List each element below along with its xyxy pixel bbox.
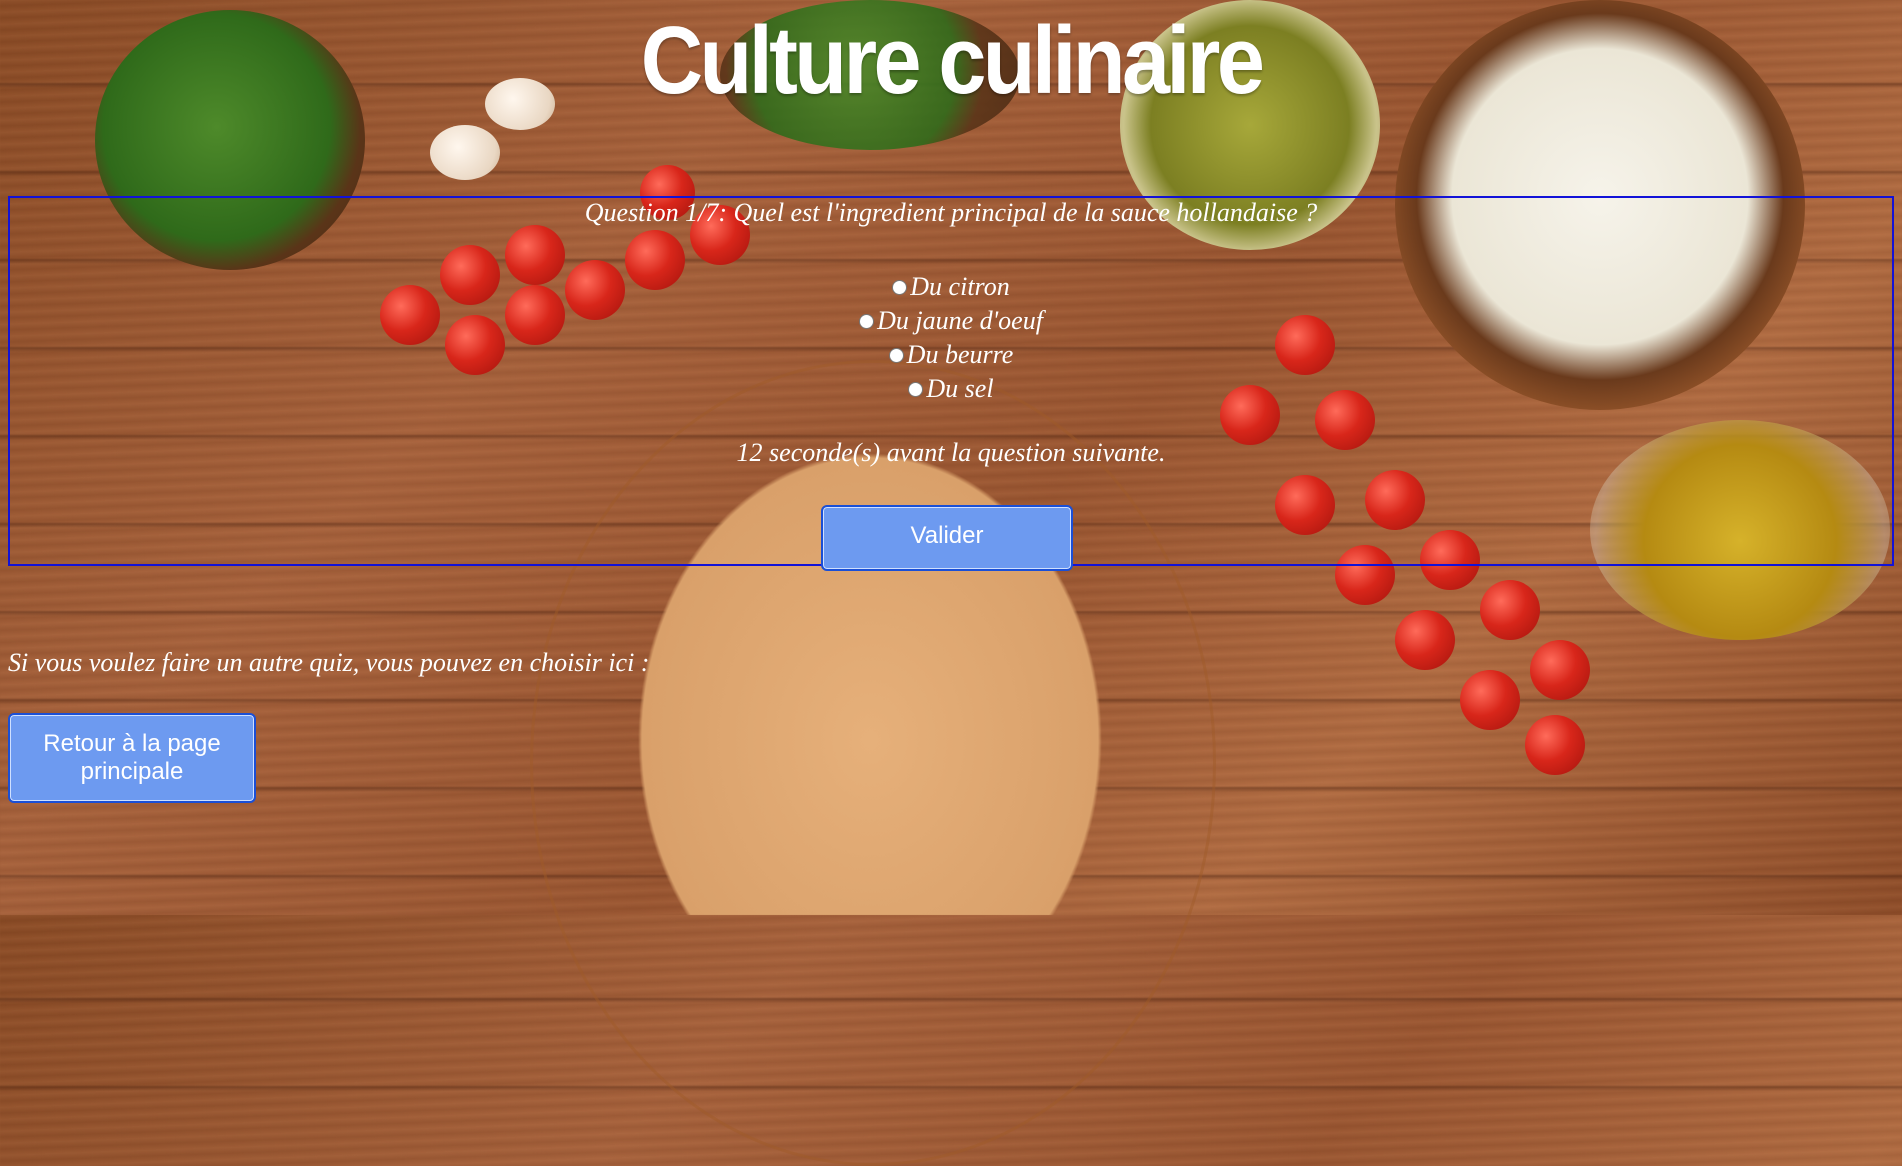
radio-button[interactable] bbox=[892, 279, 908, 295]
answer-option[interactable]: Du beurre bbox=[0, 338, 1902, 372]
radio-button[interactable] bbox=[888, 347, 904, 363]
answer-option[interactable]: Du citron bbox=[0, 270, 1902, 304]
answer-label: Du jaune d'oeuf bbox=[877, 306, 1043, 335]
validate-button[interactable]: Valider bbox=[821, 505, 1073, 571]
other-quiz-text: Si vous voulez faire un autre quiz, vous… bbox=[8, 648, 650, 677]
answer-option[interactable]: Du sel bbox=[0, 372, 1902, 406]
answer-label: Du citron bbox=[910, 272, 1010, 301]
answer-list: Du citron Du jaune d'oeuf Du beurre Du s… bbox=[0, 270, 1902, 406]
radio-button[interactable] bbox=[859, 313, 875, 329]
home-button[interactable]: Retour à la page principale bbox=[8, 713, 256, 803]
answer-label: Du beurre bbox=[906, 340, 1014, 369]
home-button-label: Retour à la page principale bbox=[43, 730, 221, 785]
page-title: Culture culinaire bbox=[640, 7, 1265, 114]
countdown-text: 12 seconde(s) avant la question suivante… bbox=[736, 438, 1166, 467]
answer-option[interactable]: Du jaune d'oeuf bbox=[0, 304, 1902, 338]
question-text: Question 1/7: Quel est l'ingredient prin… bbox=[584, 198, 1318, 227]
radio-button[interactable] bbox=[908, 381, 924, 397]
answer-label: Du sel bbox=[926, 374, 994, 403]
garlic-image bbox=[430, 125, 500, 180]
